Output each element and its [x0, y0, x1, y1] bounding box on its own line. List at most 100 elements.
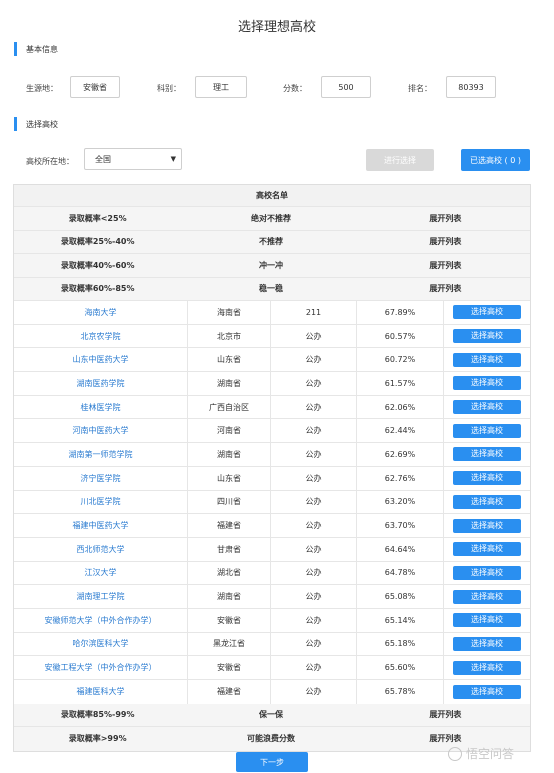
expand-list-link[interactable]: 展开列表 — [361, 260, 530, 271]
select-school-button[interactable]: 选择高校 — [453, 542, 521, 557]
school-type: 公办 — [271, 514, 357, 537]
select-school-button[interactable]: 选择高校 — [453, 352, 521, 367]
action-cell: 选择高校 — [444, 325, 530, 348]
subject-label: 科别： — [157, 84, 181, 93]
category-range: 录取概率25%-40% — [60, 237, 135, 247]
select-school-button[interactable]: 选择高校 — [453, 447, 521, 462]
location-value: 全国 — [95, 154, 111, 164]
category-desc: 冲一冲 — [259, 260, 283, 270]
school-type: 公办 — [271, 324, 357, 348]
school-table: 高校名单 录取概率<25% 绝对不推荐 展开列表 录取概率25%-40% 不推荐… — [13, 184, 531, 752]
choose-school-label: 选择高校 — [26, 119, 58, 129]
school-type: 公办 — [271, 395, 357, 419]
admission-rate: 62.44% — [357, 419, 444, 443]
subject-field[interactable]: 理工 — [195, 76, 247, 98]
school-name-link[interactable]: 北京农学院 — [14, 324, 188, 348]
school-name-link[interactable]: 福建医科大学 — [14, 680, 188, 704]
school-name-link[interactable]: 川北医学院 — [14, 490, 188, 514]
school-type: 公办 — [271, 608, 357, 632]
select-school-button[interactable]: 选择高校 — [453, 684, 521, 699]
watermark-text: 悟空问答 — [466, 747, 515, 761]
action-cell: 选择高校 — [444, 680, 530, 704]
category-desc: 不推荐 — [259, 237, 283, 247]
action-cell: 选择高校 — [444, 562, 530, 585]
table-row: 湖南理工学院 湖南省 公办 65.08% 选择高校 — [14, 585, 530, 609]
table-row: 北京农学院 北京市 公办 60.57% 选择高校 — [14, 324, 530, 349]
select-school-button[interactable]: 选择高校 — [453, 636, 521, 651]
action-cell: 选择高校 — [444, 301, 530, 324]
expand-list-link[interactable]: 展开列表 — [361, 709, 530, 720]
select-button[interactable]: 进行选择 — [366, 149, 434, 171]
category-row: 录取概率85%-99% 保一保 展开列表 — [14, 703, 530, 728]
select-school-button[interactable]: 选择高校 — [453, 660, 521, 675]
admission-rate: 62.76% — [357, 466, 444, 490]
school-name-link[interactable]: 桂林医学院 — [14, 395, 188, 419]
school-province: 海南省 — [188, 301, 271, 324]
rank-field[interactable]: 80393 — [446, 76, 496, 98]
category-row: 录取概率<25% 绝对不推荐 展开列表 — [14, 207, 530, 231]
select-school-button[interactable]: 选择高校 — [453, 494, 521, 509]
next-step-button[interactable]: 下一步 — [236, 752, 308, 772]
table-row: 济宁医学院 山东省 公办 62.76% 选择高校 — [14, 466, 530, 491]
select-school-button[interactable]: 选择高校 — [453, 589, 521, 604]
school-type: 公办 — [271, 561, 357, 585]
select-school-button[interactable]: 选择高校 — [453, 613, 521, 628]
school-name-link[interactable]: 湖南理工学院 — [14, 585, 188, 608]
table-row: 河南中医药大学 河南省 公办 62.44% 选择高校 — [14, 419, 530, 444]
school-name-link[interactable]: 山东中医药大学 — [14, 348, 188, 372]
school-name-link[interactable]: 福建中医药大学 — [14, 514, 188, 537]
category-range: 录取概率60%-85% — [60, 284, 135, 294]
expand-list-link[interactable]: 展开列表 — [361, 733, 530, 744]
select-school-button[interactable]: 选择高校 — [453, 329, 521, 344]
school-province: 安徽省 — [188, 608, 271, 632]
school-province: 安徽省 — [188, 656, 271, 679]
category-range: 录取概率<25% — [68, 213, 127, 223]
selected-schools-button[interactable]: 已选高校 ( 0 ) — [461, 149, 530, 171]
admission-rate: 62.69% — [357, 443, 444, 466]
action-cell: 选择高校 — [444, 656, 530, 679]
school-name-link[interactable]: 湖南第一师范学院 — [14, 443, 188, 466]
watermark-logo-icon — [448, 746, 462, 761]
select-school-button[interactable]: 选择高校 — [453, 518, 521, 533]
school-name-link[interactable]: 安徽工程大学（中外合作办学） — [14, 656, 188, 679]
basic-info-header: 基本信息 — [14, 42, 58, 56]
table-row: 哈尔滨医科大学 黑龙江省 公办 65.18% 选择高校 — [14, 632, 530, 657]
school-name-link[interactable]: 安徽师范大学（中外合作办学） — [14, 608, 188, 632]
school-province: 广西自治区 — [188, 395, 271, 419]
school-name-link[interactable]: 西北师范大学 — [14, 537, 188, 561]
location-select[interactable]: 全国 ▼ — [84, 148, 182, 170]
school-name-link[interactable]: 济宁医学院 — [14, 466, 188, 490]
school-province: 黑龙江省 — [188, 632, 271, 656]
dropdown-arrow-icon: ▼ — [170, 155, 176, 163]
school-province: 北京市 — [188, 324, 271, 348]
table-row: 海南大学 海南省 211 67.89% 选择高校 — [14, 301, 530, 325]
school-name-link[interactable]: 湖南医药学院 — [14, 372, 188, 395]
expand-list-link[interactable]: 展开列表 — [361, 283, 530, 294]
table-row: 湖南第一师范学院 湖南省 公办 62.69% 选择高校 — [14, 443, 530, 467]
action-cell: 选择高校 — [444, 396, 530, 419]
select-school-button[interactable]: 选择高校 — [453, 305, 521, 320]
school-province: 湖北省 — [188, 561, 271, 585]
origin-field[interactable]: 安徽省 — [70, 76, 120, 98]
school-name-link[interactable]: 哈尔滨医科大学 — [14, 632, 188, 656]
school-name-link[interactable]: 江汉大学 — [14, 561, 188, 585]
select-school-button[interactable]: 选择高校 — [453, 565, 521, 580]
select-school-button[interactable]: 选择高校 — [453, 376, 521, 391]
action-cell: 选择高校 — [444, 467, 530, 490]
expand-list-link[interactable]: 展开列表 — [361, 213, 530, 224]
school-name-link[interactable]: 海南大学 — [14, 301, 188, 324]
score-field[interactable]: 500 — [321, 76, 371, 98]
table-row: 西北师范大学 甘肃省 公办 64.64% 选择高校 — [14, 537, 530, 562]
admission-rate: 65.08% — [357, 585, 444, 608]
school-name-link[interactable]: 河南中医药大学 — [14, 419, 188, 443]
category-desc: 绝对不推荐 — [251, 213, 291, 223]
school-province: 河南省 — [188, 419, 271, 443]
admission-rate: 61.57% — [357, 372, 444, 395]
basic-info-label: 基本信息 — [26, 44, 58, 54]
select-school-button[interactable]: 选择高校 — [453, 423, 521, 438]
expand-list-link[interactable]: 展开列表 — [361, 236, 530, 247]
select-school-button[interactable]: 选择高校 — [453, 400, 521, 415]
admission-rate: 65.14% — [357, 608, 444, 632]
select-school-button[interactable]: 选择高校 — [453, 471, 521, 486]
admission-rate: 63.70% — [357, 514, 444, 537]
